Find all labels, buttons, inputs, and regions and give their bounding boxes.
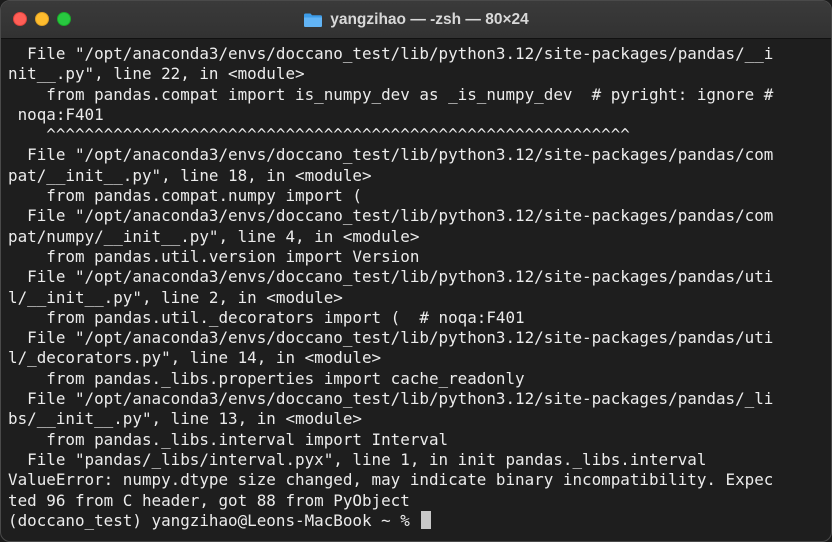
- terminal-line: File "pandas/_libs/interval.pyx", line 1…: [8, 449, 707, 469]
- window-title: yangzihao — -zsh — 80×24: [330, 11, 529, 28]
- terminal-line: from pandas.compat import is_numpy_dev a…: [8, 84, 774, 104]
- terminal-line: from pandas.util.version import Version: [8, 246, 420, 266]
- terminal-line: pat/numpy/__init__.py", line 4, in <modu…: [8, 226, 420, 246]
- shell-prompt: (doccano_test) yangzihao@Leons-MacBook ~…: [8, 510, 420, 530]
- terminal-line: ^^^^^^^^^^^^^^^^^^^^^^^^^^^^^^^^^^^^^^^^…: [8, 125, 630, 145]
- terminal-line: l/__init__.py", line 2, in <module>: [8, 287, 343, 307]
- window-title-area: yangzihao — -zsh — 80×24: [1, 1, 831, 39]
- terminal-output[interactable]: File "/opt/anaconda3/envs/doccano_test/l…: [1, 39, 831, 541]
- terminal-line: File "/opt/anaconda3/envs/doccano_test/l…: [8, 389, 774, 409]
- folder-icon: [303, 12, 323, 28]
- terminal-line: bs/__init__.py", line 13, in <module>: [8, 409, 362, 429]
- terminal-line: File "/opt/anaconda3/envs/doccano_test/l…: [8, 328, 774, 348]
- terminal-line: from pandas.util._decorators import ( # …: [8, 307, 525, 327]
- title-bar[interactable]: yangzihao — -zsh — 80×24: [1, 1, 831, 39]
- terminal-line: from pandas.compat.numpy import (: [8, 186, 362, 206]
- terminal-line: File "/opt/anaconda3/envs/doccano_test/l…: [8, 44, 774, 63]
- text-cursor: [421, 510, 432, 529]
- terminal-line: pat/__init__.py", line 18, in <module>: [8, 165, 372, 185]
- terminal-line: File "/opt/anaconda3/envs/doccano_test/l…: [8, 267, 774, 287]
- terminal-line: File "/opt/anaconda3/envs/doccano_test/l…: [8, 145, 774, 165]
- terminal-line: nit__.py", line 22, in <module>: [8, 64, 305, 84]
- terminal-line: from pandas._libs.interval import Interv…: [8, 429, 449, 449]
- terminal-line: ted 96 from C header, got 88 from PyObje…: [8, 490, 410, 510]
- terminal-line: l/_decorators.py", line 14, in <module>: [8, 348, 382, 368]
- terminal-line: ValueError: numpy.dtype size changed, ma…: [8, 470, 774, 490]
- terminal-window: yangzihao — -zsh — 80×24 File "/opt/anac…: [0, 0, 832, 542]
- terminal-line: from pandas._libs.properties import cach…: [8, 368, 525, 388]
- prompt-line[interactable]: (doccano_test) yangzihao@Leons-MacBook ~…: [8, 510, 831, 531]
- terminal-line: File "/opt/anaconda3/envs/doccano_test/l…: [8, 206, 774, 226]
- terminal-line: noqa:F401: [8, 104, 104, 124]
